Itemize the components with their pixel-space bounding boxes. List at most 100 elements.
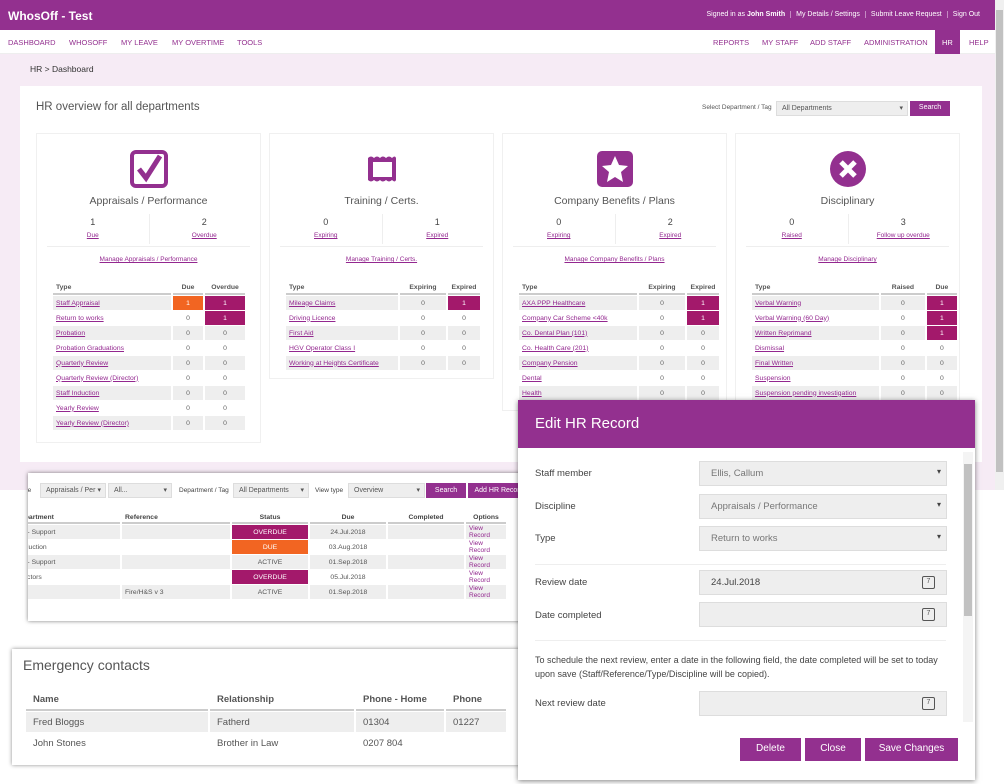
table-row: K - Support ACTIVE01.Sep.2018 View Record <box>28 555 506 569</box>
page-scrollbar[interactable] <box>995 0 1004 490</box>
calendar-icon[interactable]: 7 <box>922 697 935 710</box>
nav-administration[interactable]: ADMINISTRATION <box>864 38 928 47</box>
save-changes-button[interactable]: Save Changes <box>865 738 958 761</box>
nav-hr[interactable]: HR <box>935 30 960 54</box>
count-cell: 0 <box>400 296 446 310</box>
type-link[interactable]: Company Car Scheme <40k <box>522 315 608 322</box>
count-b-link[interactable]: Expired <box>426 232 448 239</box>
type-link[interactable]: AXA PPP Healthcare <box>522 300 585 307</box>
view-type-select[interactable]: Overview <box>348 483 425 498</box>
type-link[interactable]: Working at Heights Certificate <box>289 360 379 367</box>
table-row: Verbal Warning (60 Day) 0 1 <box>752 311 957 325</box>
type-link[interactable]: Written Reprimand <box>755 330 812 337</box>
sign-out-link[interactable]: Sign Out <box>946 11 985 18</box>
type-link[interactable]: Company Pension <box>522 360 578 367</box>
type-link[interactable]: First Aid <box>289 330 314 337</box>
due-date-cell: 05.Jul.2018 <box>330 573 366 581</box>
department-cell: oduction <box>28 543 47 551</box>
type-link[interactable]: Health <box>522 390 542 397</box>
discipline-filter[interactable]: Appraisals / Per <box>40 483 106 498</box>
type-select[interactable]: Return to works <box>699 526 947 551</box>
count-a-link[interactable]: Due <box>87 232 99 239</box>
close-button[interactable]: Close <box>805 738 861 761</box>
count-cell: 1 <box>205 296 245 310</box>
type-link[interactable]: Dismissal <box>755 345 784 352</box>
nav-tools[interactable]: TOOLS <box>237 38 262 47</box>
count-b-link[interactable]: Expired <box>659 232 681 239</box>
count-a-link[interactable]: Expiring <box>547 232 570 239</box>
column-header: epartment <box>28 513 120 524</box>
app-title: WhosOff - Test <box>8 9 93 23</box>
count-cell: 0 <box>223 404 227 412</box>
view-record-link[interactable]: View Record <box>469 570 490 584</box>
manage-link[interactable]: Manage Company Benefits / Plans <box>564 256 664 263</box>
card-title: Appraisals / Performance <box>89 195 208 207</box>
calendar-icon[interactable]: 7 <box>922 608 935 621</box>
type-link[interactable]: Verbal Warning (60 Day) <box>755 315 829 322</box>
department-cell <box>28 585 120 599</box>
nav-add-staff[interactable]: ADD STAFF <box>810 38 851 47</box>
review-date-input[interactable]: 24.Jul.2018 7 <box>699 570 947 595</box>
modal-scrollbar[interactable] <box>963 452 973 722</box>
next-review-input[interactable]: 7 <box>699 691 947 716</box>
type-link[interactable]: Yearly Review (Director) <box>56 420 129 427</box>
nav-whosoff[interactable]: WHOSOFF <box>69 38 107 47</box>
date-completed-input[interactable]: 7 <box>699 602 947 627</box>
count-a-link[interactable]: Raised <box>782 232 802 239</box>
type-link[interactable]: Quarterly Review <box>56 360 108 367</box>
type-link[interactable]: Driving Licence <box>289 315 335 322</box>
type-link[interactable]: Verbal Warning <box>755 300 801 307</box>
submit-leave-link[interactable]: Submit Leave Request <box>864 11 947 18</box>
type-link[interactable]: Probation Graduations <box>56 345 124 352</box>
nav-my-leave[interactable]: MY LEAVE <box>121 38 158 47</box>
nav-my-overtime[interactable]: MY OVERTIME <box>172 38 224 47</box>
type-link[interactable]: Co. Dental Plan (101) <box>522 330 587 337</box>
count-cell: 0 <box>639 356 685 370</box>
type-link[interactable]: HGV Operator Class I <box>289 345 355 352</box>
discipline-select[interactable]: Appraisals / Performance <box>699 494 947 519</box>
type-label-partial: pe <box>28 487 32 494</box>
view-record-link[interactable]: View Record <box>469 525 490 539</box>
view-record-link[interactable]: View Record <box>469 585 490 599</box>
completed-date-cell <box>388 525 464 539</box>
overview-search-button[interactable]: Search <box>910 101 950 116</box>
type-link[interactable]: Staff Induction <box>56 390 99 397</box>
type-link[interactable]: Final Written <box>755 360 793 367</box>
column-header: Expired <box>687 282 719 295</box>
manage-link[interactable]: Manage Disciplinary <box>818 256 877 263</box>
view-record-link[interactable]: View Record <box>469 540 490 554</box>
type-link[interactable]: Co. Health Care (201) <box>522 345 589 352</box>
count-b-link[interactable]: Overdue <box>192 232 217 239</box>
type-link[interactable]: Suspension <box>755 375 791 382</box>
nav-my-staff[interactable]: MY STAFF <box>762 38 798 47</box>
department-cell: K - Support <box>28 555 120 569</box>
manage-link[interactable]: Manage Appraisals / Performance <box>100 256 198 263</box>
count-cell: 0 <box>223 374 227 382</box>
count-cell: 0 <box>901 344 905 352</box>
type-link[interactable]: Probation <box>56 330 85 337</box>
delete-button[interactable]: Delete <box>740 738 801 761</box>
type-link[interactable]: Return to works <box>56 315 104 322</box>
records-search-button[interactable]: Search <box>426 483 466 498</box>
nav-reports[interactable]: REPORTS <box>713 38 749 47</box>
count-a-link[interactable]: Expiring <box>314 232 337 239</box>
nav-dashboard[interactable]: DASHBOARD <box>8 38 56 47</box>
type-link[interactable]: Suspension pending investigation <box>755 390 856 397</box>
count-b-link[interactable]: Follow up overdue <box>877 232 930 239</box>
department-filter[interactable]: All Departments <box>233 483 309 498</box>
nav-help[interactable]: HELP <box>969 38 989 47</box>
staff-member-select[interactable]: Ellis, Callum <box>699 461 947 486</box>
reference-cell <box>122 570 230 584</box>
department-select[interactable]: All Departments <box>776 101 908 116</box>
manage-link[interactable]: Manage Training / Certs. <box>346 256 417 263</box>
type-link[interactable]: Staff Appraisal <box>56 300 100 307</box>
calendar-icon[interactable]: 7 <box>922 576 935 589</box>
type-filter[interactable]: All... <box>108 483 172 498</box>
type-link[interactable]: Mileage Claims <box>289 300 335 307</box>
type-link[interactable]: Quarterly Review (Director) <box>56 375 138 382</box>
table-row: Company Pension 0 0 <box>519 356 719 370</box>
type-link[interactable]: Yearly Review <box>56 405 99 412</box>
type-link[interactable]: Dental <box>522 375 542 382</box>
view-record-link[interactable]: View Record <box>469 555 490 569</box>
my-details-link[interactable]: My Details / Settings <box>790 11 865 18</box>
